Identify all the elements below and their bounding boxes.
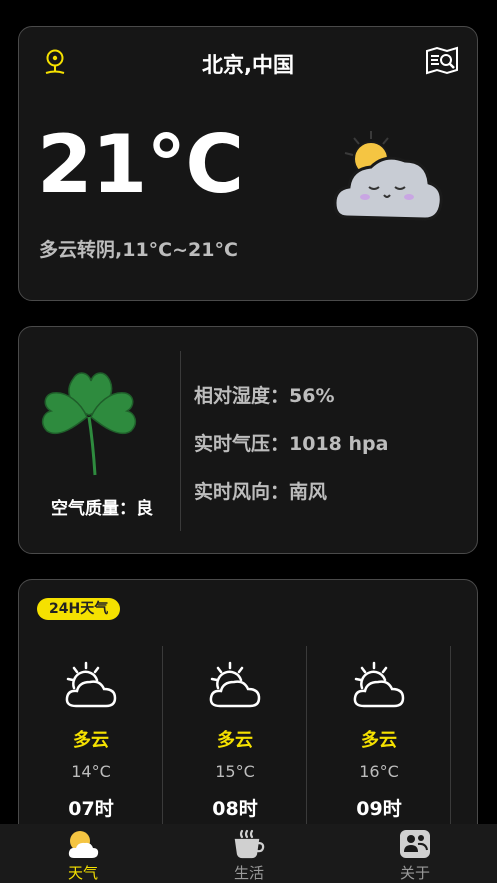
partly-cloudy-icon <box>163 660 307 714</box>
weather-tab-icon <box>68 831 99 858</box>
coffee-cup-icon <box>234 829 265 859</box>
hour-temperature: 15°C <box>215 762 255 781</box>
current-weather-card: 北京,中国 21°C 多云转阴,11°C~21°C <box>18 26 478 301</box>
hour-temperature: 16°C <box>359 762 399 781</box>
hour-time: 08时 <box>212 798 258 820</box>
map-search-icon[interactable] <box>425 45 459 77</box>
tab-weather-label: 天气 <box>67 864 98 882</box>
current-temperature: 21°C <box>37 118 244 211</box>
tab-about-label: 关于 <box>399 864 430 882</box>
tab-about[interactable]: 关于 <box>332 824 497 883</box>
hourly-badge: 24H天气 <box>37 598 121 620</box>
air-quality-label: 空气质量：良 <box>51 499 153 519</box>
hour-condition: 多云 <box>73 730 109 751</box>
hour-temperature: 14°C <box>71 762 111 781</box>
tab-life[interactable]: 生活 <box>166 824 332 883</box>
hour-condition: 多云 <box>361 730 397 751</box>
humidity-text: 相对湿度：56% <box>194 385 335 407</box>
pressure-text: 实时气压：1018 hpa <box>194 433 389 455</box>
air-divider <box>180 351 181 531</box>
bottom-tab-bar: 天气 生活 关于 <box>0 824 497 883</box>
tab-life-label: 生活 <box>233 864 264 882</box>
cloud-sun-icon <box>329 127 449 232</box>
hour-time: 07时 <box>68 798 114 820</box>
users-icon <box>400 830 430 858</box>
partly-cloudy-icon <box>19 660 163 714</box>
hourly-forecast-card: 24H天气 多云 14°C 07时 多云 15°C 08时 多云 16°C 09… <box>18 579 478 839</box>
clover-icon <box>39 363 139 483</box>
air-info-card: 空气质量：良 相对湿度：56% 实时气压：1018 hpa 实时风向：南风 <box>18 326 478 554</box>
hour-condition: 多云 <box>217 730 253 751</box>
tab-weather[interactable]: 天气 <box>0 824 166 883</box>
hour-time: 09时 <box>356 798 402 820</box>
weather-summary: 多云转阴,11°C~21°C <box>39 239 238 261</box>
partly-cloudy-icon <box>307 660 451 714</box>
wind-direction-text: 实时风向：南风 <box>194 481 328 503</box>
city-title: 北京,中国 <box>202 53 294 77</box>
